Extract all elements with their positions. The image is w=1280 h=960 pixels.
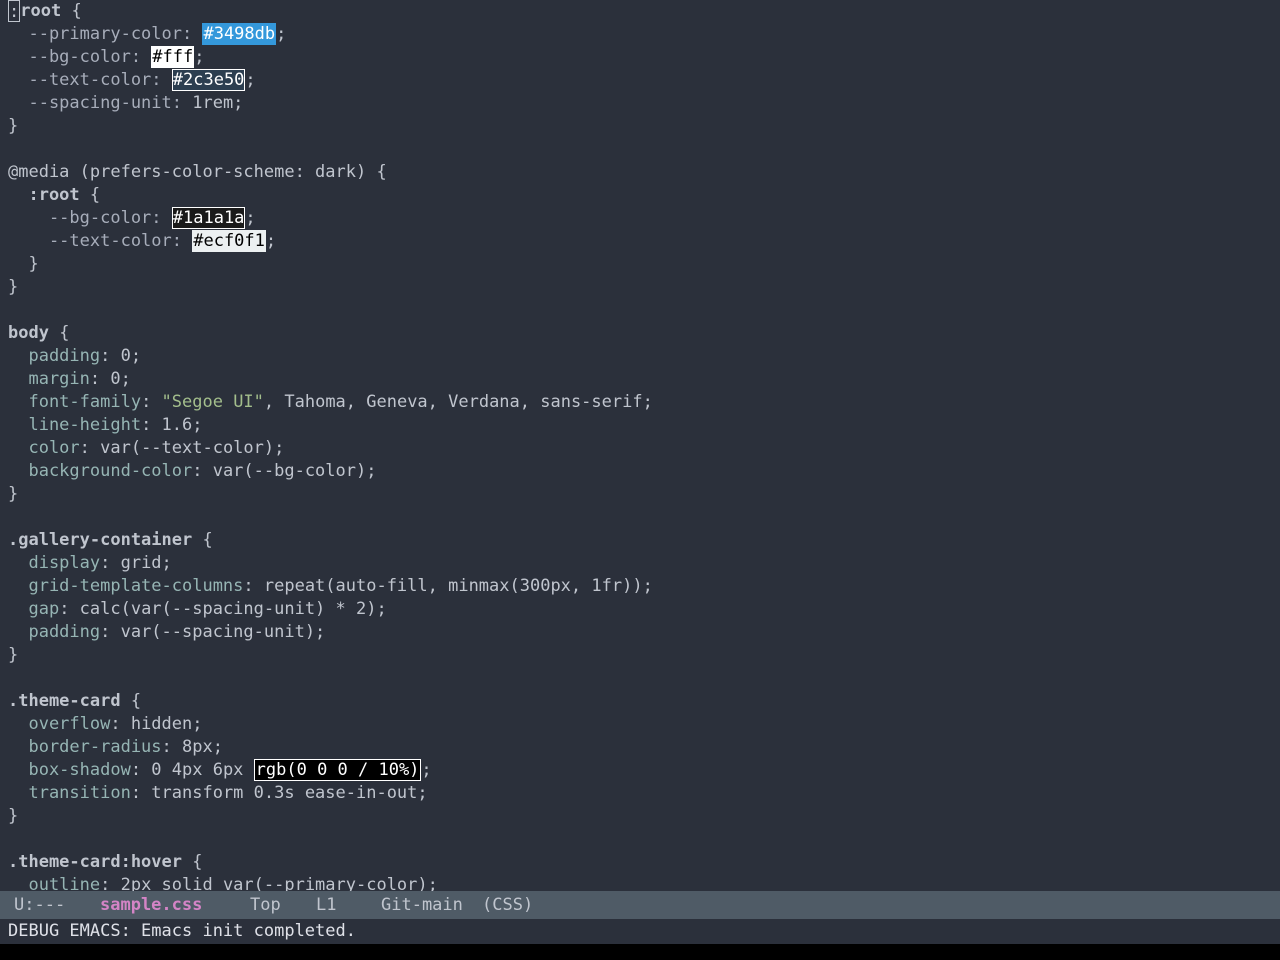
- code-line-4: --text-color: #2c3e50;: [8, 69, 256, 91]
- code-line-34: box-shadow: 0 4px 6px rgb(0 0 0 / 10%);: [8, 759, 432, 781]
- code-line-31: .theme-card {: [8, 691, 142, 711]
- modeline-buffer-name[interactable]: sample.css: [100, 891, 202, 919]
- modeline-status: U:---: [14, 895, 66, 915]
- color-swatch-primary: #3498db: [202, 23, 277, 45]
- echo-area[interactable]: DEBUG EMACS: Emacs init completed.: [0, 919, 1280, 944]
- code-line-32: overflow: hidden;: [8, 714, 203, 734]
- code-line-28: padding: var(--spacing-unit);: [8, 622, 326, 642]
- code-line-8: @media (prefers-color-scheme: dark) {: [8, 162, 387, 182]
- code-line-26: grid-template-columns: repeat(auto-fill,…: [8, 576, 653, 596]
- code-line-33: border-radius: 8px;: [8, 737, 223, 757]
- text-cursor: :: [8, 0, 21, 22]
- modeline-vc-branch[interactable]: Git-main: [381, 891, 463, 919]
- code-line-18: font-family: "Segoe UI", Tahoma, Geneva,…: [8, 392, 653, 412]
- echo-message: DEBUG EMACS: Emacs init completed.: [8, 921, 356, 941]
- color-swatch-shadow: rgb(0 0 0 / 10%): [253, 759, 422, 781]
- code-line-19: line-height: 1.6;: [8, 415, 203, 435]
- code-line-11: --text-color: #ecf0f1;: [8, 230, 277, 252]
- color-swatch-dark-text: #ecf0f1: [192, 230, 266, 252]
- code-line-29: }: [8, 645, 19, 665]
- color-swatch-dark-bg: #1a1a1a: [171, 207, 246, 229]
- code-line-27: gap: calc(var(--spacing-unit) * 2);: [8, 599, 387, 619]
- code-line-36: }: [8, 806, 19, 826]
- code-line-3: --bg-color: #fff;: [8, 46, 205, 68]
- code-line-39: outline: 2px solid var(--primary-color);: [8, 875, 438, 891]
- color-swatch-bg: #fff: [151, 46, 195, 68]
- code-line-35: transition: transform 0.3s ease-in-out;: [8, 783, 428, 803]
- code-line-22: }: [8, 484, 19, 504]
- code-line-15: body {: [8, 323, 70, 343]
- code-line-17: margin: 0;: [8, 369, 131, 389]
- code-line-20: color: var(--text-color);: [8, 438, 285, 458]
- code-line-13: }: [8, 277, 19, 297]
- code-line-38: .theme-card:hover {: [8, 852, 203, 872]
- modeline-line-number: L1: [316, 895, 337, 915]
- modeline-position: Top: [250, 895, 281, 915]
- code-line-16: padding: 0;: [8, 346, 142, 366]
- code-line-10: --bg-color: #1a1a1a;: [8, 207, 256, 229]
- code-line-6: }: [8, 116, 19, 136]
- code-line-24: .gallery-container {: [8, 530, 213, 550]
- color-swatch-text: #2c3e50: [171, 69, 246, 91]
- code-line-12: }: [8, 254, 39, 274]
- code-line-25: display: grid;: [8, 553, 172, 573]
- mode-line[interactable]: U:--- sample.css Top L1 Git-main (CSS): [0, 891, 1280, 919]
- code-line-5: --spacing-unit: 1rem;: [8, 93, 244, 113]
- code-line-2: --primary-color: #3498db;: [8, 23, 287, 45]
- frame-bottom-edge: [0, 944, 1280, 960]
- modeline-major-mode[interactable]: (CSS): [482, 891, 533, 919]
- code-line-21: background-color: var(--bg-color);: [8, 461, 377, 481]
- editor-buffer[interactable]: :root { --primary-color: #3498db; --bg-c…: [0, 0, 1280, 891]
- code-line-9: :root {: [8, 185, 101, 205]
- code-line-1: :root {: [8, 0, 82, 22]
